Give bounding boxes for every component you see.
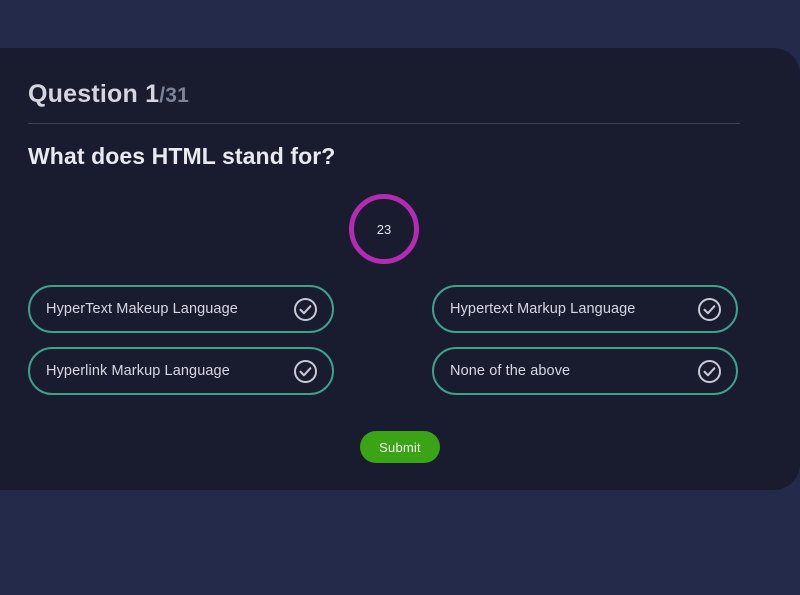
check-circle-icon[interactable] [697,359,722,384]
answer-options-row: HyperText Makeup Language Hypertext Mark… [28,285,738,333]
submit-button[interactable]: Submit [360,431,440,463]
check-circle-icon[interactable] [697,297,722,322]
answer-option-4[interactable]: None of the above [432,347,738,395]
answer-options: HyperText Makeup Language Hypertext Mark… [28,285,738,409]
answer-option-1[interactable]: HyperText Makeup Language [28,285,334,333]
answer-option-1-label: HyperText Makeup Language [46,301,238,317]
check-circle-icon[interactable] [293,297,318,322]
timer-ring-icon: 23 [349,194,419,264]
answer-option-2[interactable]: Hypertext Markup Language [432,285,738,333]
answer-option-3[interactable]: Hyperlink Markup Language [28,347,334,395]
question-text: What does HTML stand for? [28,143,336,169]
answer-option-2-label: Hypertext Markup Language [450,301,636,317]
question-counter-total: /31 [159,84,189,107]
countdown-timer: 23 [349,194,419,264]
check-circle-icon[interactable] [293,359,318,384]
header-divider [28,123,740,124]
quiz-card: Question 1/31 What does HTML stand for? … [0,48,800,490]
question-counter-current: 1 [145,80,160,108]
submit-area: Submit [0,431,800,463]
answer-option-3-label: Hyperlink Markup Language [46,363,230,379]
timer-value: 23 [376,221,392,237]
question-counter: Question 1/31 [28,80,189,109]
answer-options-row: Hyperlink Markup Language None of the ab… [28,347,738,395]
question-counter-label: Question [28,80,138,108]
answer-option-4-label: None of the above [450,363,571,379]
